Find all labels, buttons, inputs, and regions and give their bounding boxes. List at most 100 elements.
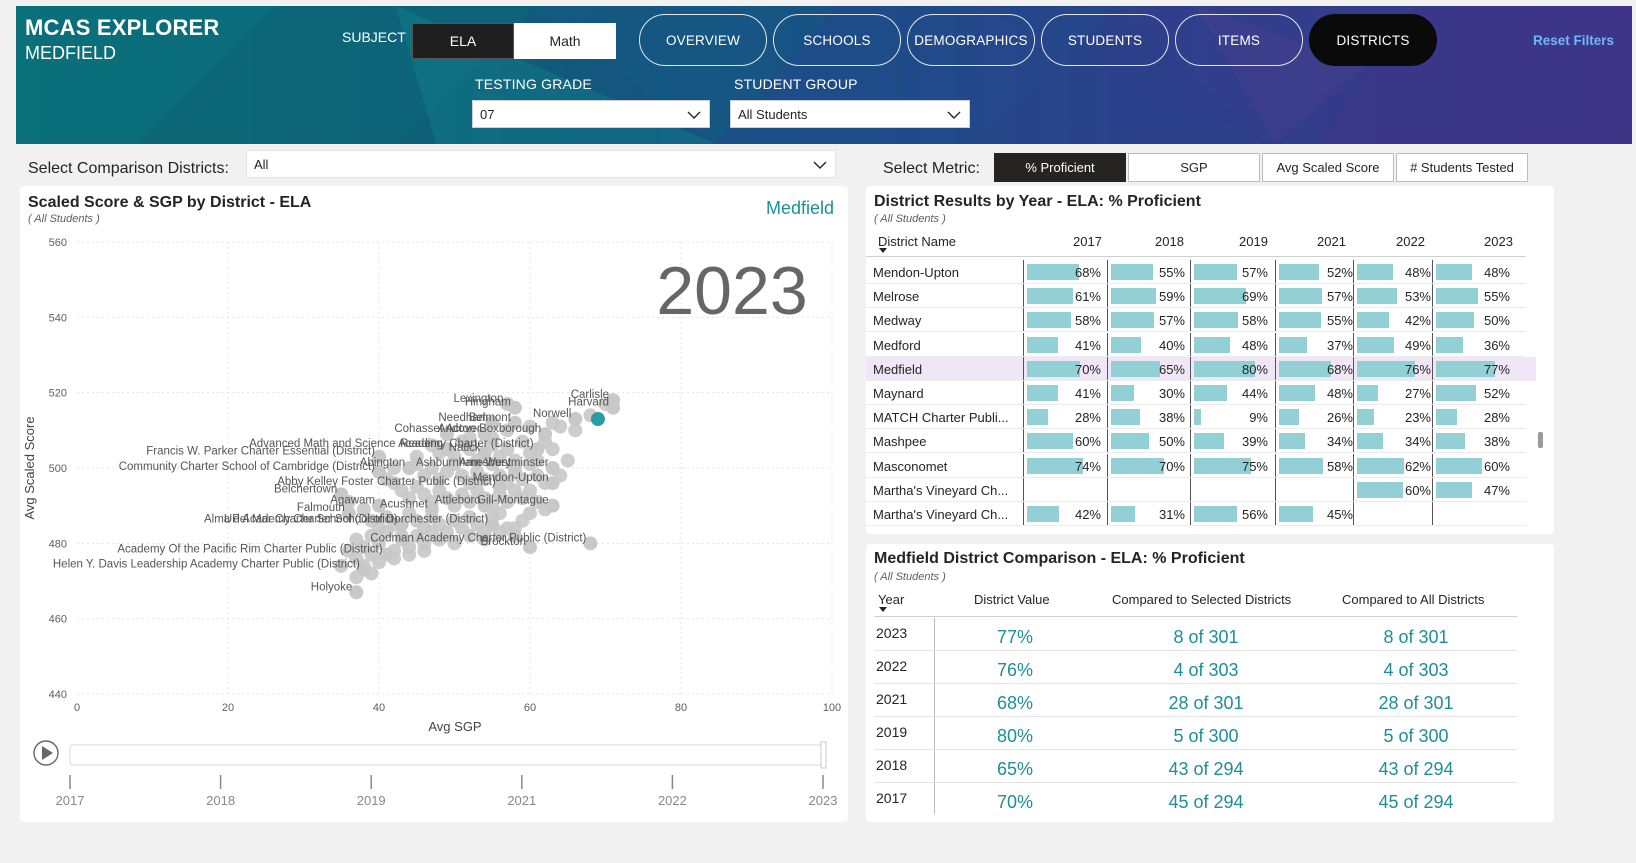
year-header-2019[interactable]: 2019 xyxy=(1239,234,1268,249)
table-row[interactable]: Martha's Vineyard Ch... 60% 47% xyxy=(866,477,1536,502)
district-point-label: Falmouth xyxy=(297,502,345,514)
year-header-2018[interactable]: 2018 xyxy=(1155,234,1184,249)
play-axis-year-label[interactable]: 2019 xyxy=(357,793,386,808)
year-header-2021[interactable]: 2021 xyxy=(1317,234,1346,249)
percent-cell: 75% xyxy=(1190,453,1270,478)
table-row[interactable]: Maynard 41% 30% 44% 48% 27% 52% xyxy=(866,381,1536,405)
percent-cell xyxy=(1023,477,1103,502)
table-row[interactable]: Mendon-Upton 68% 55% 57% 52% 48% 48% xyxy=(866,260,1536,284)
district-point-label: Cohasset xyxy=(394,423,443,435)
all-districts-header[interactable]: Compared to All Districts xyxy=(1342,592,1484,607)
highlighted-district-point[interactable] xyxy=(590,412,605,427)
subject-ela-button[interactable]: ELA xyxy=(412,23,514,59)
district-point[interactable] xyxy=(560,453,575,468)
district-point-label: Hingham xyxy=(465,397,511,409)
year-header-2023[interactable]: 2023 xyxy=(1484,234,1513,249)
district-name-cell: Mashpee xyxy=(873,434,927,450)
year-header-2017[interactable]: 2017 xyxy=(1073,234,1102,249)
percent-cell: 52% xyxy=(1275,260,1355,284)
table-row[interactable]: Melrose 61% 59% 69% 57% 53% 55% xyxy=(866,284,1536,309)
comparison-row[interactable]: 2018 65% 43 of 294 43 of 294 xyxy=(866,750,1554,783)
percent-value: 61% xyxy=(1074,289,1101,305)
district-point-label: Advanced Math and Science Academy Charte… xyxy=(249,438,534,450)
district-name-header[interactable]: District Name xyxy=(878,234,956,249)
y-tick-label: 520 xyxy=(49,388,67,400)
comparison-row[interactable]: 2021 68% 28 of 301 28 of 301 xyxy=(866,684,1554,717)
selected-districts-header[interactable]: Compared to Selected Districts xyxy=(1112,592,1291,607)
percent-cell: 57% xyxy=(1275,284,1355,309)
reset-filters-link[interactable]: Reset Filters xyxy=(1533,33,1614,48)
table-row[interactable]: Medford 41% 40% 48% 37% 49% 36% xyxy=(866,332,1536,357)
comparison-districts-dropdown[interactable]: All xyxy=(246,150,836,178)
table-row[interactable]: Martha's Vineyard Ch... 42% 31% 56% 45% xyxy=(866,502,1536,526)
percent-value: 48% xyxy=(1241,337,1268,353)
play-axis-year-label[interactable]: 2021 xyxy=(507,793,536,808)
percent-value: 48% xyxy=(1483,265,1510,280)
percent-cell: 44% xyxy=(1190,381,1270,405)
district-point[interactable] xyxy=(402,547,417,562)
student-group-dropdown[interactable]: All Students xyxy=(730,100,970,128)
percent-value: 47% xyxy=(1483,482,1510,498)
play-axis-year-label[interactable]: 2017 xyxy=(56,793,85,808)
play-axis-year-label[interactable]: 2023 xyxy=(809,793,838,808)
metric-students-tested-button[interactable]: # Students Tested xyxy=(1396,153,1528,182)
percent-cell xyxy=(1432,502,1512,526)
y-tick-label: 500 xyxy=(49,463,67,475)
district-point[interactable] xyxy=(523,506,537,521)
metric-sgp-button[interactable]: SGP xyxy=(1128,153,1260,182)
data-bar xyxy=(1279,433,1305,450)
data-bar xyxy=(1436,385,1476,401)
comparison-row[interactable]: 2022 76% 4 of 303 4 of 303 xyxy=(866,651,1554,684)
percent-value: 56% xyxy=(1241,507,1268,522)
percent-cell: 52% xyxy=(1432,381,1512,405)
nav-districts-button[interactable]: DISTRICTS xyxy=(1309,14,1437,66)
table-row[interactable]: Mashpee 60% 50% 39% 34% 34% 38% xyxy=(866,429,1536,454)
percent-cell: 70% xyxy=(1023,356,1103,381)
percent-cell: 80% xyxy=(1190,356,1270,381)
comparison-row[interactable]: 2017 70% 45 of 294 45 of 294 xyxy=(866,783,1554,816)
district-point-label: Codman Academy Charter Public (District) xyxy=(370,532,586,544)
percent-cell: 42% xyxy=(1023,502,1103,526)
play-axis-year-label[interactable]: 2022 xyxy=(658,793,687,808)
percent-value: 34% xyxy=(1404,434,1431,450)
district-point[interactable] xyxy=(545,442,560,457)
district-value-header[interactable]: District Value xyxy=(974,592,1050,607)
selected-rank-cell: 8 of 301 xyxy=(1173,627,1239,647)
percent-cell: 40% xyxy=(1107,332,1187,357)
play-axis-year-label[interactable]: 2018 xyxy=(206,793,235,808)
play-button[interactable] xyxy=(33,740,59,766)
nav-schools-button[interactable]: SCHOOLS xyxy=(773,14,901,66)
nav-items-button[interactable]: ITEMS xyxy=(1175,14,1303,66)
percent-cell: 30% xyxy=(1107,381,1187,405)
table-row[interactable]: MATCH Charter Publi... 28% 38% 9% 26% 23% 28% xyxy=(866,405,1536,430)
percent-value: 53% xyxy=(1404,289,1431,305)
district-point-label: Acton-Boxborough xyxy=(446,423,541,435)
data-bar xyxy=(1111,360,1161,377)
percent-cell: 37% xyxy=(1275,332,1355,357)
metric-proficient-button[interactable]: % Proficient xyxy=(994,153,1126,182)
comparison-row[interactable]: 2019 80% 5 of 300 5 of 300 xyxy=(866,717,1554,750)
percent-cell: 70% xyxy=(1107,453,1187,478)
year-header-2022[interactable]: 2022 xyxy=(1396,234,1425,249)
year-column-header[interactable]: Year xyxy=(878,592,904,607)
table-row[interactable]: Medway 58% 57% 58% 55% 42% 50% xyxy=(866,308,1536,333)
y-tick-label: 480 xyxy=(49,538,67,550)
all-rank-cell: 8 of 301 xyxy=(1383,627,1449,647)
comparison-row[interactable]: 2023 77% 8 of 301 8 of 301 xyxy=(866,618,1554,651)
nav-students-button[interactable]: STUDENTS xyxy=(1041,14,1169,66)
percent-cell: 45% xyxy=(1275,502,1355,526)
percent-cell: 36% xyxy=(1432,332,1512,357)
table-row[interactable]: Medfield 70% 65% 80% 68% 76% 77% xyxy=(866,356,1536,381)
table-row[interactable]: Masconomet 74% 70% 75% 58% 62% 60% xyxy=(866,453,1536,478)
subject-math-button[interactable]: Math xyxy=(514,23,616,59)
nav-overview-button[interactable]: OVERVIEW xyxy=(639,14,767,66)
table-scrollbar[interactable] xyxy=(1538,432,1543,448)
data-bar xyxy=(1436,409,1458,426)
play-axis-track[interactable] xyxy=(69,744,827,766)
play-axis-handle[interactable] xyxy=(820,741,827,769)
data-bar xyxy=(1027,409,1049,426)
metric-scaled-score-button[interactable]: Avg Scaled Score xyxy=(1262,153,1394,182)
nav-demographics-button[interactable]: DEMOGRAPHICS xyxy=(907,14,1035,66)
testing-grade-dropdown[interactable]: 07 xyxy=(472,100,710,128)
district-point[interactable] xyxy=(417,543,432,558)
